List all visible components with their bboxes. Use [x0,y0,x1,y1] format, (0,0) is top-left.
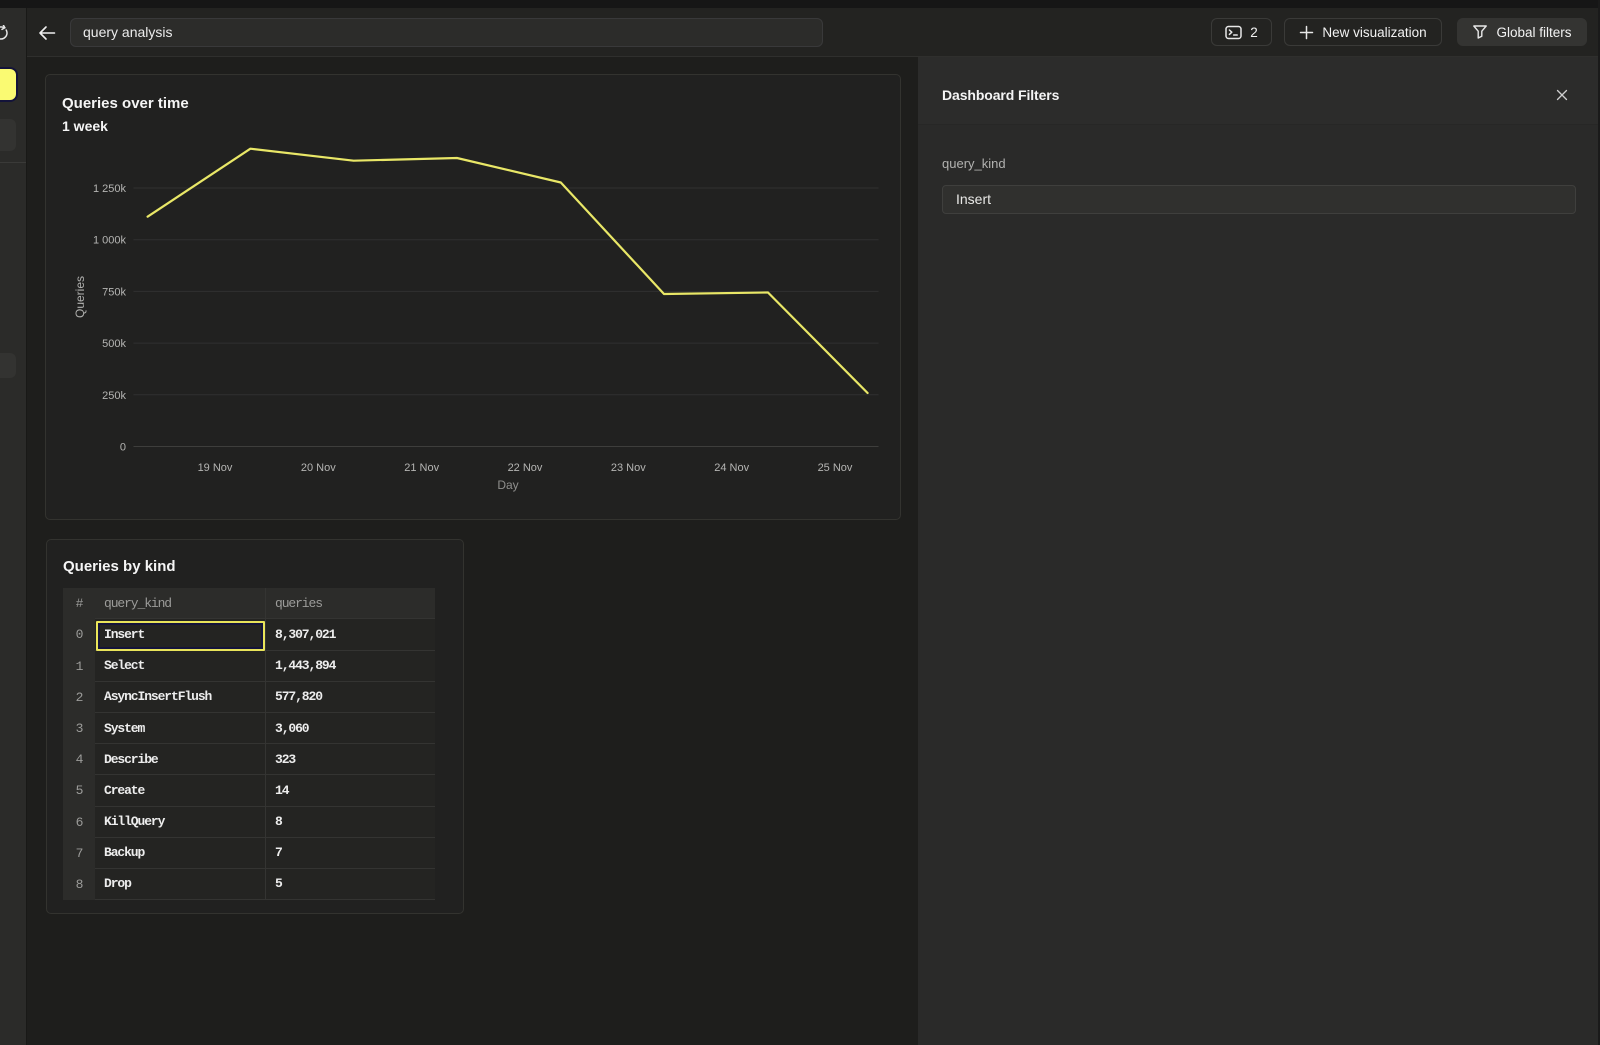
svg-text:0: 0 [120,442,126,454]
svg-text:24 Nov: 24 Nov [714,462,749,474]
svg-text:25 Nov: 25 Nov [818,462,853,474]
svg-text:21 Nov: 21 Nov [404,462,439,474]
svg-text:22 Nov: 22 Nov [508,462,543,474]
svg-text:20 Nov: 20 Nov [301,462,336,474]
svg-text:Day: Day [497,478,518,492]
svg-text:500k: 500k [102,338,126,350]
svg-text:23 Nov: 23 Nov [611,462,646,474]
svg-text:250k: 250k [102,390,126,402]
svg-text:19 Nov: 19 Nov [198,462,233,474]
svg-text:1 250k: 1 250k [93,183,127,195]
svg-text:750k: 750k [102,286,126,298]
svg-text:1 000k: 1 000k [93,235,127,247]
svg-text:Queries: Queries [73,276,87,318]
